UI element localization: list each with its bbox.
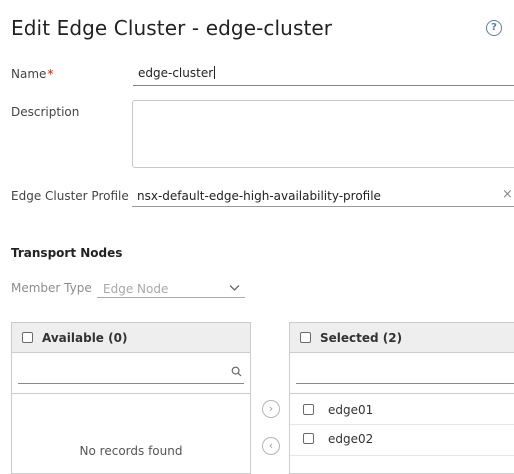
item-label: edge01 [328,403,374,417]
available-panel: Available (0) No records found [11,322,251,474]
profile-label: Edge Cluster Profile [11,189,129,203]
selected-header: Selected (2) [290,323,514,353]
available-header: Available (0) [12,323,250,353]
search-icon [231,366,242,377]
description-field[interactable] [132,100,514,168]
name-label: Name* [11,67,53,81]
item-checkbox[interactable] [303,404,314,415]
selected-panel: Selected (2) edge01 edge02 [289,322,514,474]
available-divider [12,393,250,394]
chevron-down-icon [229,285,240,291]
name-value-text: edge-cluster [138,66,214,80]
profile-value: nsx-default-edge-high-availability-profi… [137,189,381,203]
required-marker: * [47,67,54,81]
clear-icon[interactable]: × [502,187,513,202]
name-field[interactable]: edge-cluster [133,60,514,86]
list-item[interactable]: edge01 [290,394,514,424]
profile-select[interactable]: nsx-default-edge-high-availability-profi… [132,182,514,207]
selected-header-label: Selected (2) [320,331,403,345]
member-type-value: Edge Node [103,282,169,296]
name-field-value: edge-cluster [138,66,216,80]
empty-state-text: No records found [79,444,183,458]
chevron-right-circle-icon: › [268,402,274,415]
available-select-all-checkbox[interactable] [22,332,33,343]
description-label: Description [11,105,80,119]
move-left-button[interactable]: ‹ [262,437,280,455]
available-search-input[interactable] [18,363,244,384]
row-divider [290,455,514,456]
chevron-left-circle-icon: ‹ [268,439,274,452]
available-header-label: Available (0) [42,331,128,345]
list-item[interactable]: edge02 [290,425,514,455]
move-right-button[interactable]: › [262,400,280,418]
selected-search-input[interactable] [296,363,514,384]
transport-nodes-heading: Transport Nodes [11,246,123,260]
member-type-label: Member Type [11,281,92,295]
item-checkbox[interactable] [303,433,314,444]
dialog-title: Edit Edge Cluster - edge-cluster [11,16,333,40]
item-label: edge02 [328,432,374,446]
name-label-text: Name [11,67,47,81]
text-cursor [214,66,216,79]
help-icon[interactable]: ? [486,20,502,36]
member-type-select[interactable]: Edge Node [97,278,245,298]
selected-select-all-checkbox[interactable] [300,332,311,343]
